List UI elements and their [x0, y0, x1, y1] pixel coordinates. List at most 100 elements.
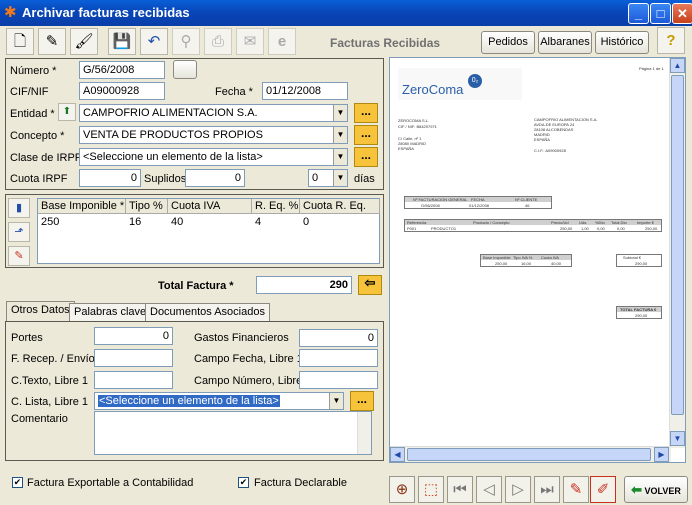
email-e-icon[interactable]: e	[268, 28, 296, 55]
subtotal-value: 290,00	[635, 261, 648, 266]
last-page-icon[interactable]: ⏭	[534, 476, 560, 503]
historico-button[interactable]: Histórico	[595, 31, 649, 54]
binoculars-icon[interactable]: ⚲	[172, 28, 200, 55]
entidad-dots-button[interactable]: ...	[354, 103, 378, 123]
concepto-dots-button[interactable]: ...	[354, 125, 378, 145]
entidad-lookup-icon[interactable]: ⬆	[58, 103, 76, 121]
clase-irpf-select[interactable]: <Seleccione un elemento de la lista> ▼	[79, 148, 348, 166]
tax-table-header: Tipo %	[126, 199, 168, 214]
help-icon[interactable]: ?	[657, 27, 685, 54]
table-cell[interactable]: 250	[38, 216, 59, 228]
ctexto-input[interactable]	[94, 371, 173, 389]
taxbox-header: Cuota IVA	[541, 255, 559, 260]
comentario-scrollbar[interactable]	[357, 412, 371, 454]
table-cell[interactable]: 40	[168, 216, 183, 228]
edit-document-icon[interactable]: ✎	[38, 28, 66, 55]
save-icon[interactable]: 💾	[108, 28, 136, 55]
invoice-preview[interactable]: ZeroComa 0₂ Página 1 de 1 ZEROCOMA S.L. …	[389, 57, 686, 463]
delete-row-icon[interactable]: ✎	[8, 246, 30, 266]
window-title: Archivar facturas recibidas	[22, 5, 190, 20]
eraser-icon[interactable]: ✎	[563, 476, 589, 503]
fecha-input[interactable]: 01/12/2008	[262, 82, 348, 100]
volver-button[interactable]: ⬅ VOLVER	[624, 476, 688, 503]
fecha-label: Fecha *	[215, 86, 253, 98]
suplidos-label: Suplidos	[144, 173, 187, 185]
entidad-select[interactable]: CAMPOFRIO ALIMENTACION S.A. ▼	[79, 104, 348, 122]
tab-documentos-asociados[interactable]: Documentos Asociados	[145, 303, 270, 321]
edit-row-icon[interactable]: ⬏	[8, 222, 30, 242]
albaranes-button[interactable]: Albaranes	[538, 31, 592, 54]
line-header: Referencia	[407, 220, 427, 225]
previous-page-icon[interactable]: ◁	[476, 476, 502, 503]
arrow-left-icon[interactable]: ⇦	[358, 275, 382, 295]
scroll-left-icon[interactable]: ◀	[390, 447, 405, 462]
close-button[interactable]: ✕	[672, 3, 692, 24]
select-area-icon[interactable]: ⬚	[418, 476, 444, 503]
new-document-icon[interactable]: 🗋	[6, 28, 34, 55]
campo-fecha-input[interactable]	[299, 349, 378, 367]
campo-numero-input[interactable]	[299, 371, 378, 389]
add-row-icon[interactable]: ▮	[8, 198, 30, 218]
total-label: Total Factura *	[158, 280, 234, 292]
vertical-scrollbar[interactable]: ▲ ▼	[669, 58, 685, 448]
scroll-up-icon[interactable]: ▲	[670, 58, 685, 73]
line-value: 250,00	[560, 226, 573, 231]
tax-table[interactable]: Base Imponible * Tipo % Cuota IVA R. Eq.…	[37, 198, 380, 264]
chevron-down-icon: ▼	[333, 170, 347, 186]
cif-input[interactable]: A09000928	[79, 82, 165, 100]
brush-icon[interactable]: 🖌	[70, 28, 98, 55]
comentario-label: Comentario	[11, 413, 68, 425]
total-input[interactable]: 290	[256, 276, 352, 294]
taxbox-value: 40,00	[551, 261, 562, 266]
table-cell[interactable]: 0	[300, 216, 309, 228]
numero-input[interactable]: G/56/2008	[79, 61, 165, 79]
chevron-down-icon: ▼	[333, 149, 347, 165]
company-logo: ZeroComa 0₂	[398, 68, 522, 100]
table-cell[interactable]: 16	[126, 216, 141, 228]
taxbox-header: Tipo IVA %	[513, 255, 533, 260]
suplidos-input[interactable]: 0	[185, 169, 245, 187]
tab-palabras-clave[interactable]: Palabras clave	[69, 303, 152, 321]
dias-select[interactable]: 0 ▼	[308, 169, 348, 187]
first-page-icon[interactable]: ⏮	[447, 476, 473, 503]
line-header: Uds.	[579, 220, 588, 225]
scroll-thumb[interactable]	[671, 75, 684, 415]
scroll-right-icon[interactable]: ▶	[654, 447, 669, 462]
frecep-input[interactable]	[94, 349, 173, 367]
next-page-icon[interactable]: ▷	[505, 476, 531, 503]
logo-badge-icon: 0₂	[468, 74, 482, 88]
table-cell[interactable]: 4	[252, 216, 261, 228]
entidad-label: Entidad *	[10, 108, 55, 120]
exportable-label: Factura Exportable a Contabilidad	[27, 477, 194, 489]
gastos-input[interactable]: 0	[299, 329, 378, 347]
line-header: %Dto	[595, 220, 605, 225]
numero-dots-button[interactable]	[173, 60, 197, 79]
minimize-button[interactable]: _	[628, 3, 649, 24]
toolbar: 🗋 ✎ 🖌 💾 ↶ ⚲ ⎙ ✉ e Facturas Recibidas Ped…	[0, 26, 692, 58]
hscroll-thumb[interactable]	[407, 448, 651, 461]
clase-irpf-dots-button[interactable]: ...	[354, 147, 378, 167]
portes-input[interactable]: 0	[94, 327, 173, 345]
print-icon[interactable]: ⎙	[204, 28, 232, 55]
scroll-down-icon[interactable]: ▼	[670, 431, 685, 446]
clista-select[interactable]: <Seleccione un elemento de la lista> ▼	[94, 392, 344, 410]
maximize-button[interactable]: □	[650, 3, 671, 24]
cuota-irpf-input[interactable]: 0	[79, 169, 141, 187]
back-arrow-icon: ⬅	[631, 482, 643, 497]
zoom-icon[interactable]: ⊕	[389, 476, 415, 503]
undo-icon[interactable]: ↶	[140, 28, 168, 55]
horizontal-scrollbar[interactable]: ◀ ▶	[390, 446, 671, 462]
clista-dots-button[interactable]: ...	[350, 391, 374, 411]
frecep-label: F. Recep. / Envío	[11, 353, 95, 365]
exportable-checkbox[interactable]: ✔	[12, 477, 23, 488]
declarable-checkbox[interactable]: ✔	[238, 477, 249, 488]
tab-otros-datos[interactable]: Otros Datos	[6, 301, 75, 322]
pencil-icon[interactable]: ✐	[590, 476, 616, 503]
ctexto-label: C.Texto, Libre 1	[11, 375, 89, 387]
attach-icon[interactable]: ✉	[236, 28, 264, 55]
pedidos-button[interactable]: Pedidos	[481, 31, 535, 54]
taxbox-value: 16,00	[521, 261, 532, 266]
meta-value: 46	[525, 203, 530, 208]
concepto-select[interactable]: VENTA DE PRODUCTOS PROPIOS ▼	[79, 126, 348, 144]
comentario-textarea[interactable]	[94, 411, 372, 455]
